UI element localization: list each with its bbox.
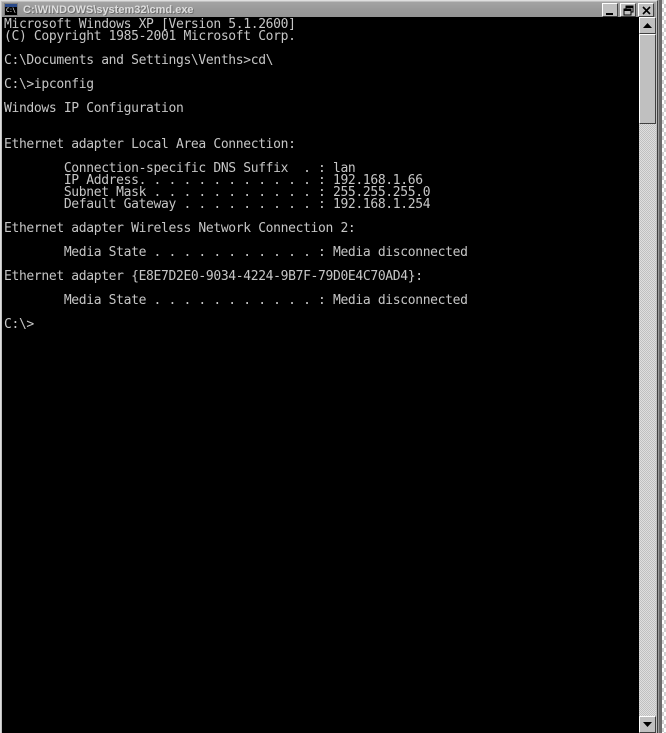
window-controls [600, 2, 654, 17]
cmd-console-icon: C:\ [4, 3, 18, 16]
chevron-down-icon [643, 722, 652, 727]
vertical-scrollbar[interactable] [639, 17, 656, 733]
scrollbar-thumb[interactable] [639, 34, 656, 124]
console-client-area: Microsoft Windows XP [Version 5.1.2600](… [2, 17, 656, 733]
window-right-frame [658, 0, 662, 733]
console-line: C:\>ipconfig [4, 77, 94, 92]
restore-button[interactable] [620, 2, 636, 17]
console-line: Windows IP Configuration [4, 101, 184, 116]
minimize-button[interactable] [602, 2, 618, 17]
window-titlebar[interactable]: C:\ C:\WINDOWS\system32\cmd.exe [2, 2, 656, 17]
console-line: Default Gateway . . . . . . . . . : 192.… [4, 197, 431, 212]
console-line: C:\Documents and Settings\Venths>cd\ [4, 53, 274, 68]
minimize-icon [606, 12, 613, 15]
window-title: C:\WINDOWS\system32\cmd.exe [23, 3, 194, 16]
scroll-down-button[interactable] [639, 716, 656, 733]
restore-icon [623, 5, 634, 15]
scroll-up-button[interactable] [639, 17, 656, 34]
console-line: Ethernet adapter Wireless Network Connec… [4, 221, 356, 236]
console-line: (C) Copyright 1985-2001 Microsoft Corp. [4, 29, 296, 44]
chevron-up-icon [643, 23, 652, 28]
console-text: Microsoft Windows XP [Version 5.1.2600](… [4, 18, 639, 332]
cmd-window: C:\ C:\WINDOWS\system32\cmd.exe Microsof… [0, 0, 658, 733]
cmd-icon-label: C:\ [6, 7, 16, 14]
close-icon [642, 5, 651, 15]
console-line: C:\> [4, 317, 34, 332]
close-button[interactable] [638, 2, 654, 17]
console-output[interactable]: Microsoft Windows XP [Version 5.1.2600](… [2, 17, 639, 733]
console-line: Media State . . . . . . . . . . . : Medi… [4, 293, 468, 308]
console-line: Media State . . . . . . . . . . . : Medi… [4, 245, 468, 260]
console-line: Ethernet adapter {E8E7D2E0-9034-4224-9B7… [4, 269, 423, 284]
console-line: Ethernet adapter Local Area Connection: [4, 137, 296, 152]
